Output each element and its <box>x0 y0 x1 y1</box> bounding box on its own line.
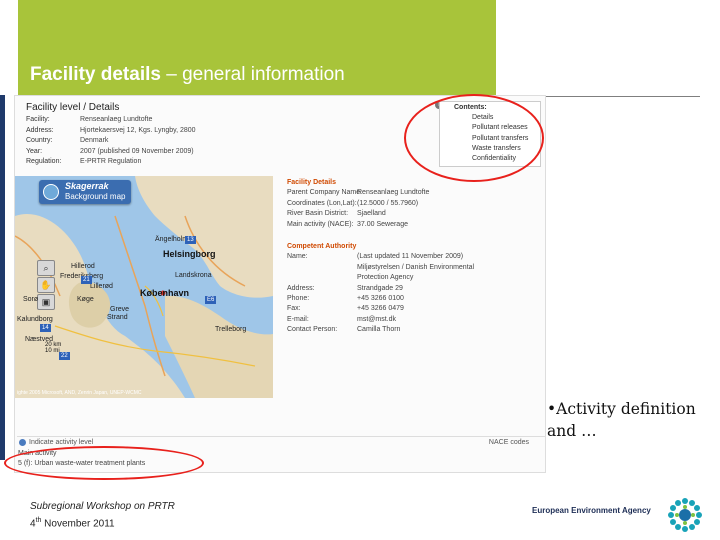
detail-row: River Basin District: Sjaelland <box>287 210 386 218</box>
summary-row: Facility: Renseanlaeg Lundtofte <box>26 116 153 123</box>
title-banner: Facility details – general information <box>18 0 496 98</box>
detail-row: Phone: +45 3266 0100 <box>287 295 404 303</box>
summary-row: Address: Hjortekaersvej 12, Kgs. Lyngby, … <box>26 126 196 134</box>
map-label: Hillerod <box>71 263 95 270</box>
page-heading: Facility level / Details <box>26 102 120 113</box>
facility-details-panel: Facility Details Parent Company Name: Ren… <box>287 176 474 336</box>
divider-line <box>540 96 700 97</box>
map-mode-tab[interactable]: Skagerrak Background map <box>39 180 131 204</box>
background-map-button[interactable]: Background map <box>65 192 125 201</box>
map-label: Greve <box>110 306 130 313</box>
summary-row: Country: Denmark <box>26 137 109 144</box>
map-scale: 20 km 10 mi <box>45 342 62 354</box>
highlight-contents-ellipse <box>404 94 544 182</box>
bullet-line: •Activity definition <box>547 400 696 418</box>
route-shield: 21 <box>81 276 92 284</box>
agency-name: European Environment Agency <box>532 506 651 515</box>
detail-row: Contact Person: Camilla Thorn <box>287 326 401 334</box>
slide: Facility details – general information F… <box>0 0 720 540</box>
footer-event: Subregional Workshop on PRTR 4th Novembe… <box>30 500 175 531</box>
map-label: Køge <box>77 296 94 303</box>
detail-row: Fax: +45 3266 0479 <box>287 305 404 313</box>
facility-summary: Facility: Renseanlaeg Lundtofte Address: H… <box>26 115 196 168</box>
route-shield: 14 <box>40 324 51 332</box>
detail-row: Parent Company Name: Renseanlaeg Lundtoft… <box>287 189 430 197</box>
footer-workshop: Subregional Workshop on PRTR <box>30 501 175 512</box>
section-facility-details: Facility Details <box>287 179 337 186</box>
facility-map[interactable]: Skagerrak Background map ⌕ ✋ ▣ Ängelholm… <box>15 176 273 398</box>
globe-icon <box>43 184 59 200</box>
summary-row: Regulation: E-PRTR Regulation <box>26 158 142 165</box>
map-label: Sorø <box>23 296 39 303</box>
detail-row: Miljøstyrelsen / Danish Environmental <box>357 263 475 271</box>
activity-level-link[interactable]: Indicate activity level <box>29 439 93 446</box>
map-tab-title: Skagerrak <box>65 181 109 191</box>
map-label: Strand <box>107 314 128 321</box>
left-accent-rule <box>0 95 5 460</box>
info-icon <box>19 439 26 446</box>
title-rest: – general information <box>160 64 345 85</box>
zoom-icon[interactable]: ⌕ <box>37 260 55 276</box>
eea-logo-icon <box>668 498 702 532</box>
footer-date: 4th November 2011 <box>30 517 115 530</box>
detail-row: E-mail: mst@mst.dk <box>287 315 396 323</box>
title-bold: Facility details <box>30 64 161 85</box>
detail-row: Coordinates (Lon,Lat): (12.5000 / 55.7960… <box>287 199 419 207</box>
pan-icon[interactable]: ✋ <box>37 277 55 293</box>
map-label: Landskrona <box>175 272 212 279</box>
detail-row: Address: Strandgade 29 <box>287 284 403 292</box>
map-label: Helsingborg <box>163 249 216 259</box>
map-label: Lillerød <box>90 283 113 290</box>
highlight-activity-ellipse <box>4 446 204 480</box>
section-competent-authority: Competent Authority <box>287 243 357 251</box>
route-shield: 13 <box>185 236 196 244</box>
slide-title: Facility details – general information <box>30 64 345 86</box>
map-label: Trelleborg <box>215 326 247 333</box>
route-shield: E6 <box>205 296 217 304</box>
detail-row: Protection Agency <box>357 274 414 282</box>
map-copyright: ighte 2005 Microsoft, AND, Zenrin Japan,… <box>17 390 142 396</box>
summary-row: Year: 2007 (published 09 November 2009) <box>26 147 194 155</box>
detail-row: Name: (Last updated 11 November 2009) <box>287 253 464 261</box>
activity-bullet: •Activity definition and … <box>547 398 696 442</box>
select-icon[interactable]: ▣ <box>37 294 55 310</box>
bullet-line: and … <box>547 422 597 440</box>
nace-codes-link[interactable]: NACE codes <box>489 439 529 446</box>
map-label: Ängelholm <box>155 236 189 243</box>
detail-row: Main activity (NACE): 37.00 Sewerage <box>287 220 408 228</box>
map-label: Kalundborg <box>17 316 53 323</box>
map-label: København <box>140 288 190 298</box>
